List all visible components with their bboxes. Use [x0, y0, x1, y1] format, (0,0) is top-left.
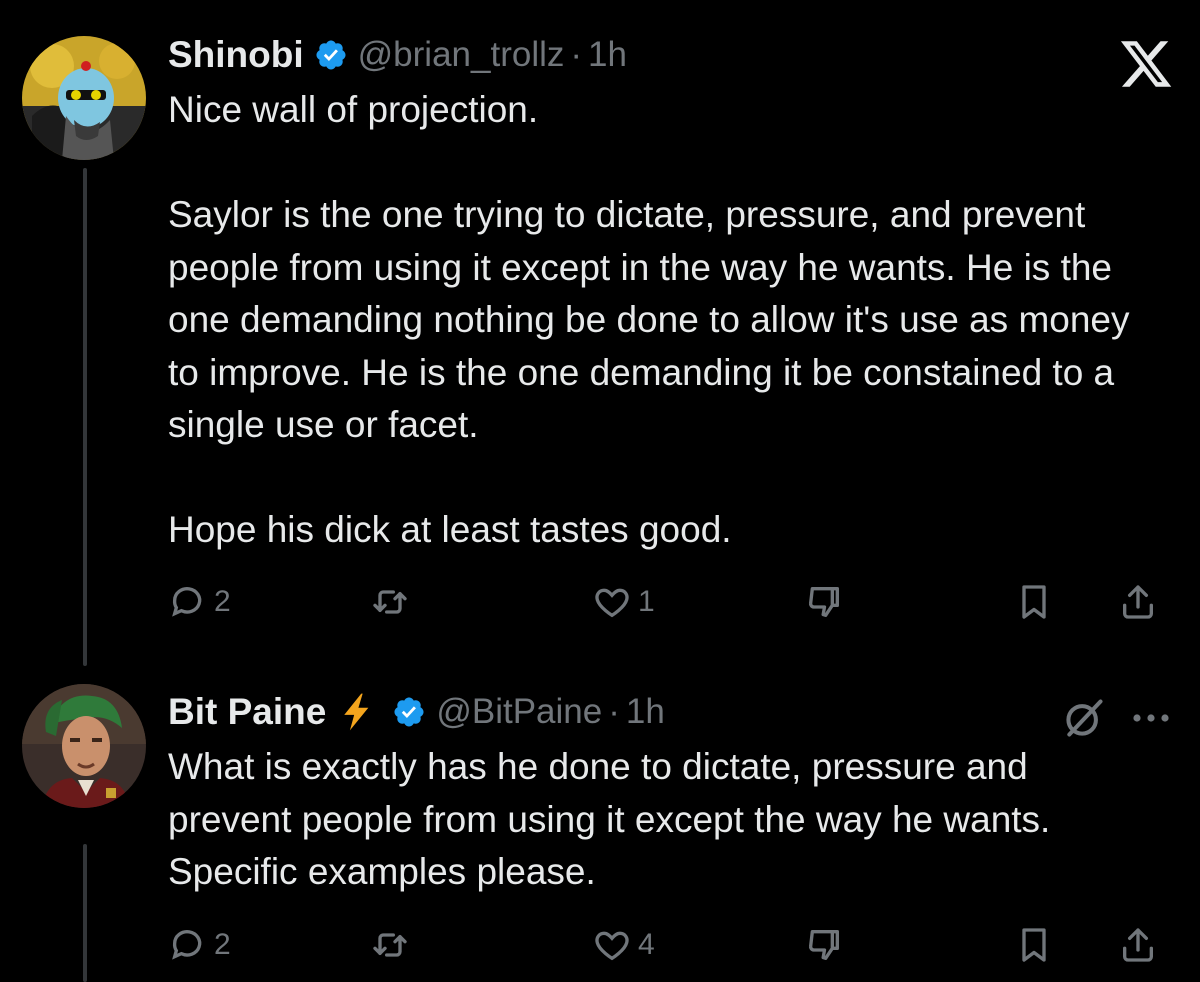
bookmark-icon [1022, 928, 1046, 962]
thread-line [83, 168, 87, 666]
action-bar: 2 4 [168, 920, 1178, 970]
author-name[interactable]: Shinobi [168, 34, 304, 76]
tweet-header: Shinobi @brian_trollz · 1h [168, 30, 627, 80]
dislike-button[interactable] [804, 920, 844, 970]
retweet-icon [373, 590, 407, 614]
bookmark-icon [1022, 585, 1046, 619]
share-icon [1123, 928, 1153, 962]
reply-button[interactable]: 2 [168, 577, 231, 627]
avatar-bitpaine-image [22, 684, 146, 808]
verified-badge-icon [392, 695, 426, 729]
more-dots-icon[interactable] [1128, 698, 1174, 738]
timestamp[interactable]: 1h [626, 692, 665, 732]
reply-button[interactable]: 2 [168, 920, 231, 970]
reply-icon [172, 587, 202, 617]
like-button[interactable]: 1 [592, 577, 655, 627]
separator-dot: · [570, 35, 583, 74]
author-name[interactable]: Bit Paine [168, 691, 326, 733]
like-count: 4 [638, 928, 655, 961]
heart-icon [595, 588, 629, 618]
grok-slash-icon[interactable] [1062, 696, 1106, 740]
avatar-shinobi-image [22, 36, 146, 160]
separator-dot: · [608, 692, 620, 731]
verified-badge-icon [314, 38, 348, 72]
reply-icon [172, 930, 202, 960]
tweet-text: Nice wall of projection. Saylor is the o… [168, 89, 1130, 550]
share-button[interactable] [1118, 920, 1158, 970]
share-icon [1123, 585, 1153, 619]
timestamp[interactable]: 1h [588, 35, 627, 75]
tweet-header: Bit Paine @BitPaine · 1h [168, 687, 665, 737]
tweet-shinobi[interactable]: Shinobi @brian_trollz · 1h Nice wall of … [0, 0, 1200, 672]
bookmark-button[interactable] [1014, 920, 1054, 970]
retweet-button[interactable] [370, 577, 410, 627]
avatar-bitpaine[interactable] [22, 684, 146, 808]
tweet-text: What is exactly has he done to dictate, … [168, 746, 1051, 892]
reply-count: 2 [214, 585, 231, 618]
tweet-bitpaine[interactable]: Bit Paine @BitPaine · 1h What is exactly… [0, 672, 1200, 982]
thumbs-down-icon [809, 930, 839, 960]
reply-count: 2 [214, 928, 231, 961]
share-button[interactable] [1118, 577, 1158, 627]
bookmark-button[interactable] [1014, 577, 1054, 627]
author-handle[interactable]: @brian_trollz [358, 35, 565, 75]
avatar-shinobi[interactable] [22, 36, 146, 160]
retweet-icon [373, 933, 407, 957]
author-handle[interactable]: @BitPaine [436, 692, 602, 732]
lightning-bolt-icon [340, 692, 374, 732]
heart-icon [595, 931, 629, 961]
action-bar: 2 1 [168, 577, 1178, 627]
retweet-button[interactable] [370, 920, 410, 970]
thread-line [83, 844, 87, 982]
like-button[interactable]: 4 [592, 920, 655, 970]
dislike-button[interactable] [804, 577, 844, 627]
like-count: 1 [638, 585, 655, 618]
thumbs-down-icon [809, 587, 839, 617]
